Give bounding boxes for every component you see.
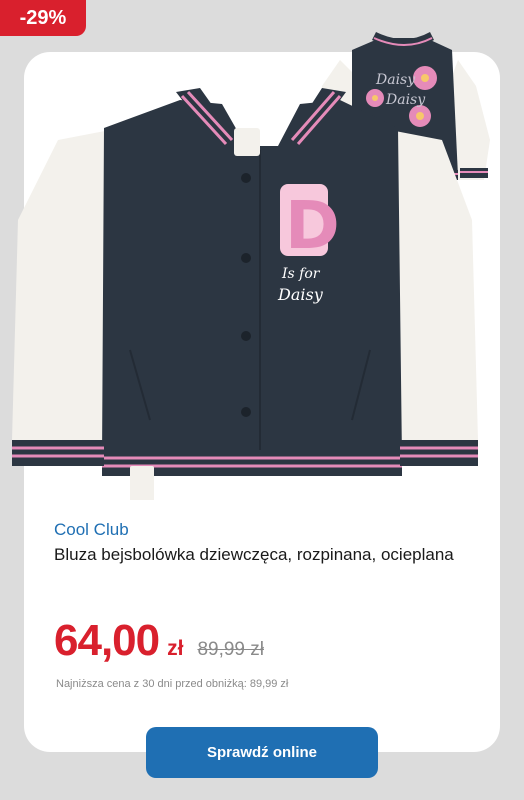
back-daisy-2 <box>366 89 384 107</box>
jacket-front-view: D Is for Daisy <box>12 88 478 500</box>
back-text-2: Daisy <box>385 92 426 108</box>
d-patch: D <box>280 184 340 264</box>
brand-name[interactable]: Cool Club <box>54 520 129 540</box>
back-text-1: Daisy <box>375 72 416 88</box>
current-price: 64,00 <box>54 616 160 665</box>
back-daisy-3 <box>409 105 431 127</box>
old-price: 89,99 zł <box>197 639 264 660</box>
back-daisy-1 <box>413 66 437 90</box>
check-online-button[interactable]: Sprawdź online <box>146 727 378 778</box>
patch-letter: D <box>285 187 340 264</box>
lowest-price-note: Najniższa cena z 30 dni przed obniżką: 8… <box>56 678 289 690</box>
patch-text-2: Daisy <box>277 285 324 304</box>
discount-badge: -29% <box>0 0 86 36</box>
current-price-currency: zł <box>167 637 184 660</box>
patch-text-1: Is for <box>281 266 321 282</box>
product-title[interactable]: Bluza bejsbolówka dziewczęca, rozpinana,… <box>54 544 474 566</box>
price-row: 64,00 zł 89,99 zł <box>54 616 264 676</box>
product-image[interactable]: Daisy Daisy D Is for Daisy <box>0 20 524 500</box>
